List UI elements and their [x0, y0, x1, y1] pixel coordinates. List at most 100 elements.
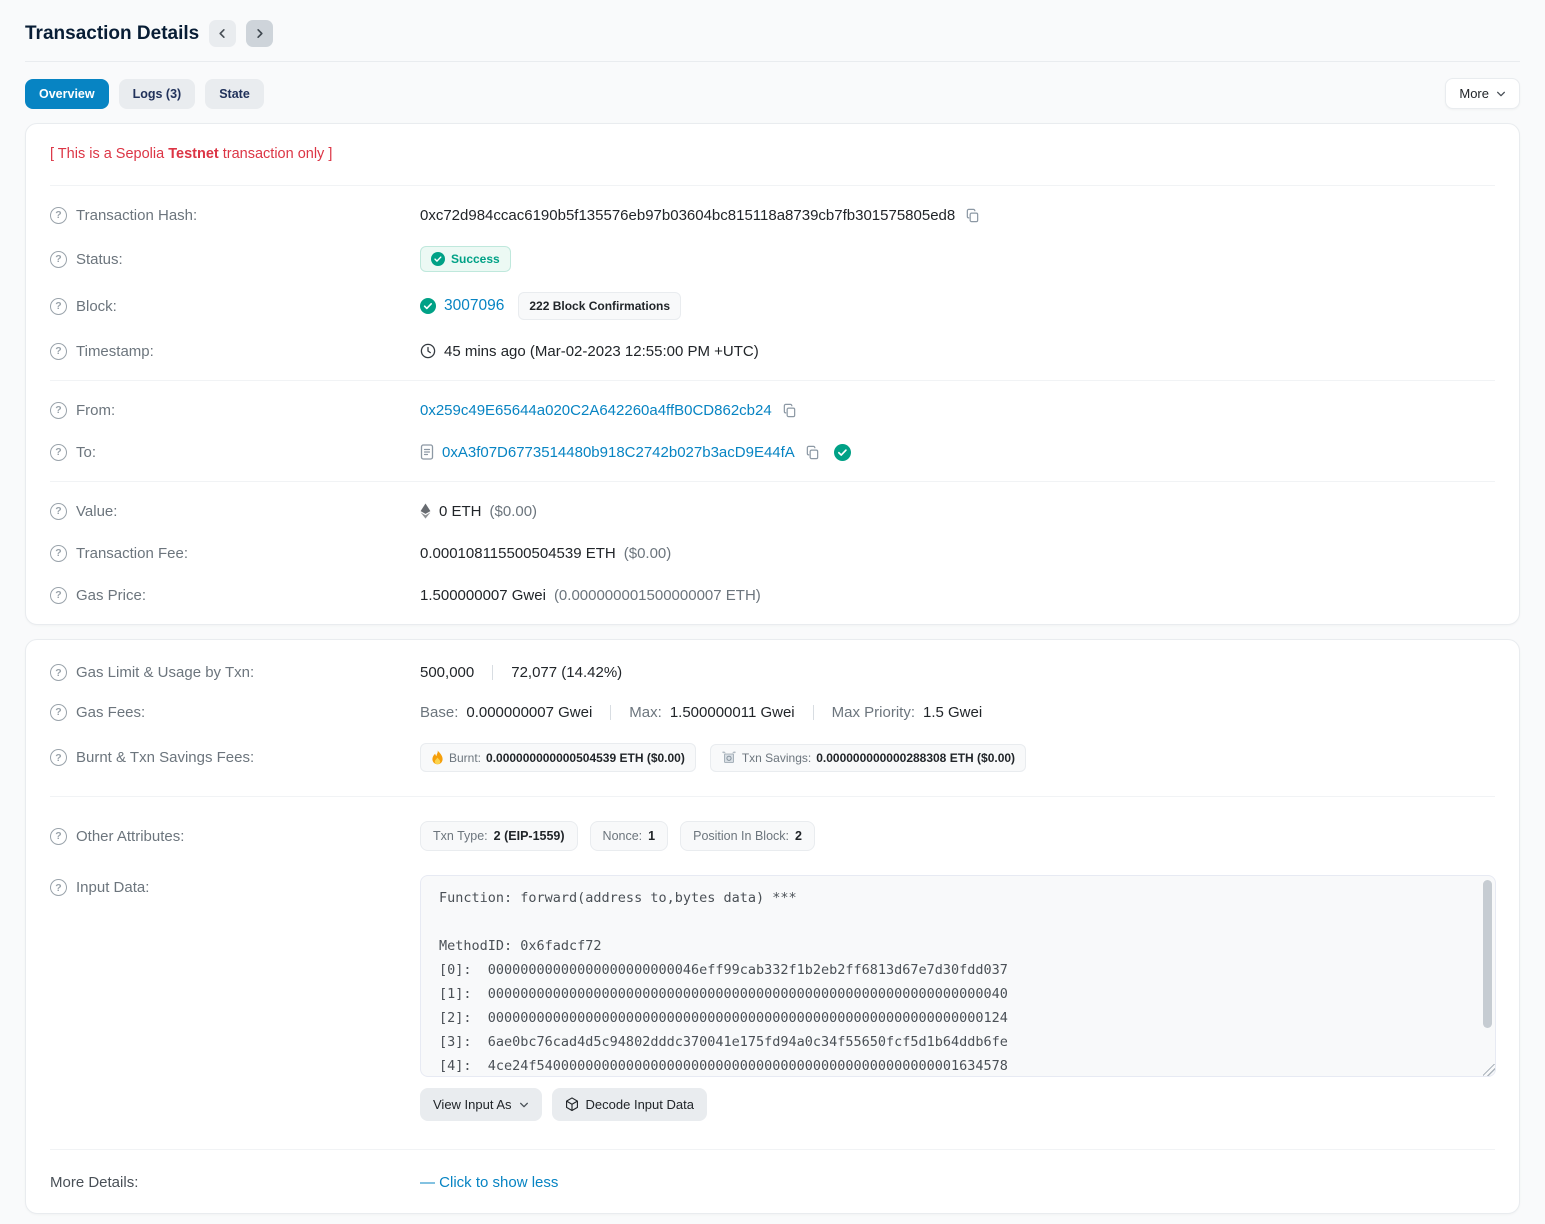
check-circle-icon — [431, 252, 445, 266]
max-priority-label: Max Priority: — [832, 704, 915, 721]
from-label: From: — [76, 402, 115, 419]
fire-icon — [431, 750, 444, 765]
nonce-chip: Nonce: 1 — [590, 821, 669, 851]
timestamp-label: Timestamp: — [76, 343, 154, 360]
row-more-details: More Details: — Click to show less — [50, 1158, 1495, 1205]
copy-to-address-button[interactable] — [803, 445, 822, 460]
gas-limit-value: 500,000 — [420, 664, 474, 681]
value-amount: 0 ETH — [439, 503, 482, 520]
transaction-fee-label: Transaction Fee: — [76, 545, 188, 562]
cube-icon — [565, 1097, 579, 1112]
copy-from-address-button[interactable] — [780, 403, 799, 418]
more-dropdown-button[interactable]: More — [1445, 78, 1520, 109]
txn-type-chip: Txn Type: 2 (EIP-1559) — [420, 821, 578, 851]
help-icon[interactable] — [50, 828, 67, 845]
help-icon[interactable] — [50, 587, 67, 604]
to-address-link[interactable]: 0xA3f07D6773514480b918C2742b027b3acD9E44… — [442, 444, 795, 461]
gas-price-amount: 1.500000007 Gwei — [420, 587, 546, 604]
row-from: From: 0x259c49E65644a020C2A642260a4ffB0C… — [50, 389, 1495, 431]
verified-check-icon — [834, 444, 851, 461]
nonce-value: 1 — [648, 829, 655, 843]
help-icon[interactable] — [50, 879, 67, 896]
txn-savings-label: Txn Savings: — [742, 751, 811, 765]
from-address-link[interactable]: 0x259c49E65644a020C2A642260a4ffB0CD862cb… — [420, 402, 772, 419]
warning-emphasis: Testnet — [168, 146, 219, 162]
txn-savings-value: 0.000000000000288308 ETH ($0.00) — [816, 751, 1015, 765]
status-badge: Success — [420, 246, 511, 272]
tab-state[interactable]: State — [205, 79, 264, 109]
transaction-fee-amount: 0.000108115500504539 ETH — [420, 545, 616, 562]
next-transaction-button[interactable] — [246, 20, 273, 47]
tabs-row: Overview Logs (3) State More — [25, 62, 1520, 123]
max-priority-value: 1.5 Gwei — [923, 704, 982, 721]
chevron-down-icon — [519, 1100, 529, 1110]
show-less-link[interactable]: — Click to show less — [420, 1174, 558, 1191]
tab-logs[interactable]: Logs (3) — [119, 79, 196, 109]
status-label: Status: — [76, 251, 123, 268]
row-gas-fees: Gas Fees: Base: 0.000000007 Gwei Max: 1.… — [50, 691, 1495, 733]
page-header: Transaction Details — [25, 0, 1520, 61]
position-in-block-chip: Position In Block: 2 — [680, 821, 815, 851]
burnt-fees-label: Burnt & Txn Savings Fees: — [76, 749, 254, 766]
help-icon[interactable] — [50, 207, 67, 224]
check-circle-icon — [420, 298, 436, 314]
help-icon[interactable] — [50, 503, 67, 520]
transaction-fee-usd: ($0.00) — [624, 545, 672, 562]
more-dropdown-label: More — [1459, 86, 1489, 101]
gas-price-eth: (0.000000001500000007 ETH) — [554, 587, 761, 604]
details-card: Gas Limit & Usage by Txn: 500,000 72,077… — [25, 639, 1520, 1214]
decode-input-data-label: Decode Input Data — [586, 1097, 694, 1112]
resize-handle[interactable] — [1483, 1064, 1495, 1076]
warning-prefix: [ This is a Sepolia — [50, 146, 168, 162]
scrollbar-thumb[interactable] — [1483, 880, 1492, 1028]
txn-type-value: 2 (EIP-1559) — [494, 829, 565, 843]
input-data-actions: View Input As Decode Input Data — [420, 1088, 1496, 1121]
input-data-textarea[interactable]: Function: forward(address to,bytes data)… — [420, 875, 1496, 1077]
block-number-link[interactable]: 3007096 — [444, 297, 504, 315]
copy-icon — [805, 445, 820, 460]
txn-savings-badge: Txn Savings: 0.000000000000288308 ETH ($… — [710, 744, 1026, 772]
decode-input-data-button[interactable]: Decode Input Data — [552, 1088, 707, 1121]
base-fee-value: 0.000000007 Gwei — [466, 704, 592, 721]
clock-icon — [420, 343, 436, 359]
chevron-down-icon — [1496, 89, 1506, 99]
help-icon[interactable] — [50, 251, 67, 268]
gas-price-label: Gas Price: — [76, 587, 146, 604]
copy-transaction-hash-button[interactable] — [963, 208, 982, 223]
gas-limit-label: Gas Limit & Usage by Txn: — [76, 664, 254, 681]
max-fee-label: Max: — [629, 704, 662, 721]
copy-icon — [965, 208, 980, 223]
row-transaction-hash: Transaction Hash: 0xc72d984ccac6190b5f13… — [50, 194, 1495, 236]
help-icon[interactable] — [50, 749, 67, 766]
help-icon[interactable] — [50, 704, 67, 721]
help-icon[interactable] — [50, 444, 67, 461]
divider — [50, 1149, 1495, 1150]
row-timestamp: Timestamp: 45 mins ago (Mar-02-2023 12:5… — [50, 330, 1495, 372]
help-icon[interactable] — [50, 664, 67, 681]
status-text: Success — [451, 252, 500, 266]
input-data-container: Function: forward(address to,bytes data)… — [420, 875, 1496, 1077]
view-input-as-button[interactable]: View Input As — [420, 1088, 542, 1121]
more-details-label: More Details: — [50, 1174, 138, 1191]
row-status: Status: Success — [50, 236, 1495, 282]
row-value: Value: 0 ETH ($0.00) — [50, 490, 1495, 532]
tab-overview[interactable]: Overview — [25, 79, 109, 109]
burnt-value: 0.000000000000504539 ETH ($0.00) — [486, 751, 685, 765]
money-wings-icon — [721, 751, 737, 764]
help-icon[interactable] — [50, 298, 67, 315]
burnt-label: Burnt: — [449, 751, 481, 765]
help-icon[interactable] — [50, 343, 67, 360]
eth-icon — [420, 503, 431, 519]
divider — [50, 796, 1495, 797]
txn-type-label: Txn Type: — [433, 829, 488, 843]
help-icon[interactable] — [50, 402, 67, 419]
max-fee-value: 1.500000011 Gwei — [670, 704, 795, 721]
chevron-right-icon — [254, 28, 265, 39]
prev-transaction-button[interactable] — [209, 20, 236, 47]
transaction-hash-value: 0xc72d984ccac6190b5f135576eb97b03604bc81… — [420, 207, 955, 224]
contract-icon — [420, 444, 434, 460]
burnt-badge: Burnt: 0.000000000000504539 ETH ($0.00) — [420, 743, 696, 772]
help-icon[interactable] — [50, 545, 67, 562]
row-gas-limit: Gas Limit & Usage by Txn: 500,000 72,077… — [50, 648, 1495, 691]
row-block: Block: 3007096 222 Block Confirmations — [50, 282, 1495, 330]
